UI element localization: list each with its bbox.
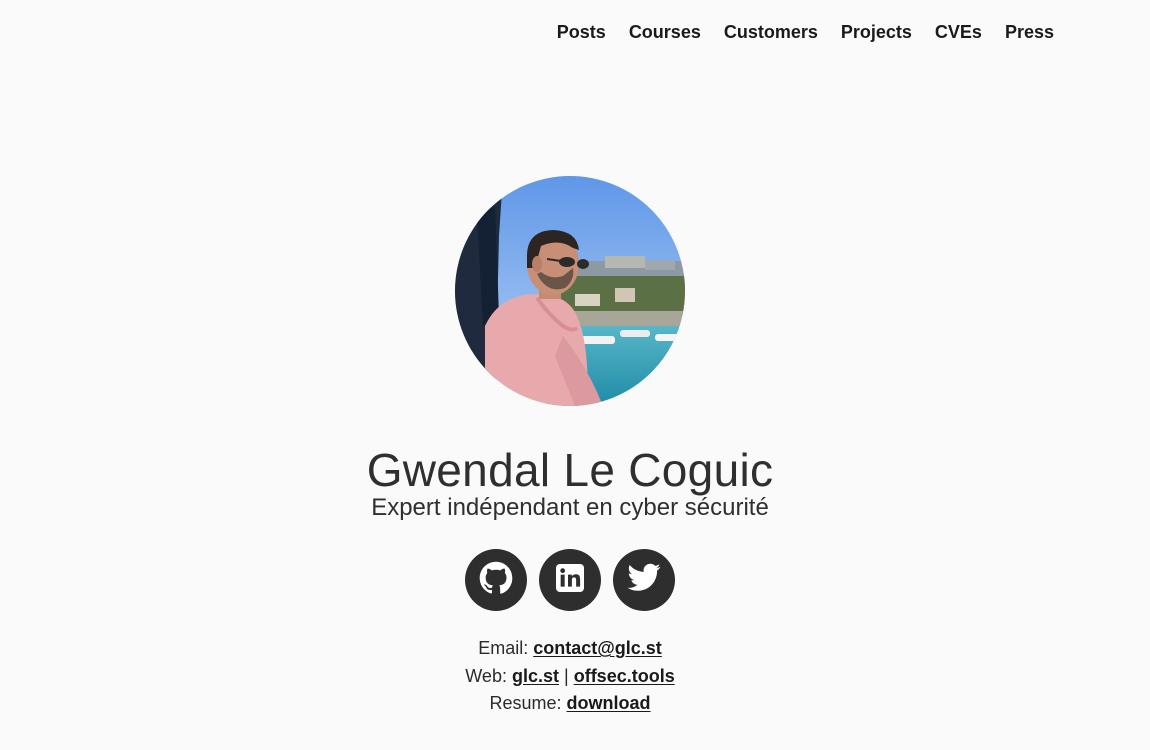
web-label: Web:: [465, 665, 507, 686]
email-label: Email:: [478, 638, 529, 658]
web-row: Web: glc.st | offsec.tools: [465, 663, 674, 691]
profile-tagline: Expert indépendant en cyber sécurité: [371, 494, 769, 521]
contact-info: Email: contact@glc.st Web: glc.st | offs…: [465, 635, 674, 718]
web-link-offsec[interactable]: offsec.tools: [574, 666, 675, 686]
twitter-link[interactable]: [613, 549, 675, 611]
nav-customers[interactable]: Customers: [724, 20, 818, 44]
profile-name: Gwendal Le Coguic: [366, 444, 774, 496]
web-separator: |: [564, 665, 569, 686]
linkedin-icon: [554, 562, 586, 599]
nav-posts[interactable]: Posts: [557, 20, 606, 44]
avatar: [455, 176, 685, 406]
github-icon: [479, 561, 513, 600]
resume-label: Resume:: [489, 693, 562, 713]
email-link[interactable]: contact@glc.st: [533, 638, 662, 658]
github-link[interactable]: [465, 549, 527, 611]
web-link-glc[interactable]: glc.st: [512, 666, 559, 686]
nav-press[interactable]: Press: [1005, 20, 1054, 44]
linkedin-link[interactable]: [539, 549, 601, 611]
resume-row: Resume: download: [465, 690, 674, 718]
email-row: Email: contact@glc.st: [465, 635, 674, 663]
nav-cves[interactable]: CVEs: [935, 20, 982, 44]
nav-courses[interactable]: Courses: [629, 20, 701, 44]
twitter-icon: [626, 560, 662, 601]
top-nav: Posts Courses Customers Projects CVEs Pr…: [557, 20, 1054, 44]
profile-section: Gwendal Le Coguic Expert indépendant en …: [0, 176, 1150, 718]
nav-projects[interactable]: Projects: [841, 20, 912, 44]
social-links: [465, 549, 675, 611]
resume-download-link[interactable]: download: [567, 693, 651, 713]
